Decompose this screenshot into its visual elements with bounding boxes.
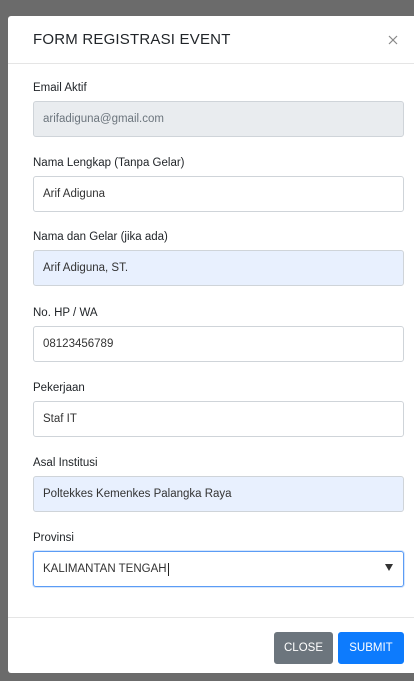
job-group: Pekerjaan	[33, 382, 404, 437]
modal-footer: CLOSE SUBMIT	[8, 617, 414, 673]
modal-title: FORM REGISTRASI EVENT	[33, 31, 231, 48]
job-label: Pekerjaan	[33, 382, 85, 394]
job-field[interactable]	[33, 401, 404, 437]
institution-field[interactable]	[33, 476, 404, 512]
province-label: Provinsi	[33, 532, 74, 544]
email-field[interactable]	[33, 101, 404, 137]
name-title-field[interactable]	[33, 250, 404, 286]
full-name-field[interactable]	[33, 176, 404, 212]
email-label: Email Aktif	[33, 82, 87, 94]
name-title-group: Nama dan Gelar (jika ada)	[33, 231, 404, 286]
province-selected-value: KALIMANTAN TENGAH	[43, 563, 167, 575]
registration-modal: FORM REGISTRASI EVENT Email Aktif Nama L…	[8, 16, 414, 673]
phone-field[interactable]	[33, 326, 404, 362]
province-select[interactable]: KALIMANTAN TENGAH	[33, 551, 404, 587]
close-icon[interactable]	[384, 31, 402, 49]
text-cursor	[167, 562, 169, 576]
full-name-group: Nama Lengkap (Tanpa Gelar)	[33, 157, 404, 212]
institution-label: Asal Institusi	[33, 457, 98, 469]
name-title-label: Nama dan Gelar (jika ada)	[33, 231, 168, 243]
chevron-down-icon	[385, 564, 393, 571]
full-name-label: Nama Lengkap (Tanpa Gelar)	[33, 157, 185, 169]
phone-group: No. HP / WA	[33, 307, 404, 362]
institution-group: Asal Institusi	[33, 457, 404, 512]
email-group: Email Aktif	[33, 82, 404, 137]
modal-backdrop: FORM REGISTRASI EVENT Email Aktif Nama L…	[0, 0, 414, 681]
phone-label: No. HP / WA	[33, 307, 98, 319]
province-group: Provinsi KALIMANTAN TENGAH	[33, 532, 404, 587]
submit-button[interactable]: SUBMIT	[338, 632, 404, 664]
close-button[interactable]: CLOSE	[274, 632, 333, 664]
modal-header: FORM REGISTRASI EVENT	[8, 16, 414, 64]
